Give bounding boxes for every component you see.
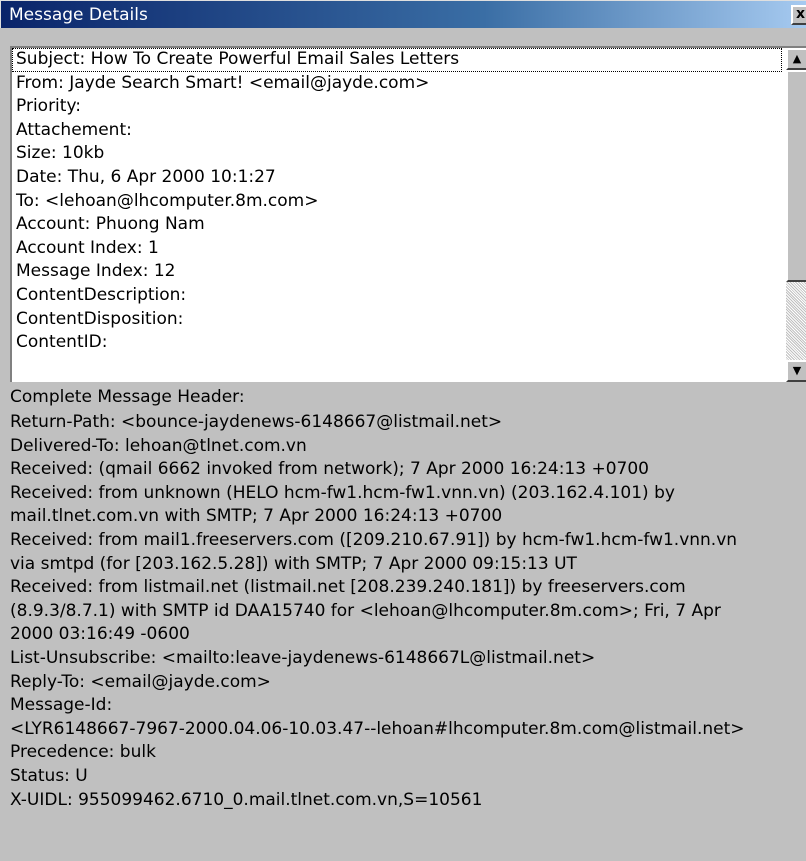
list-item[interactable]: To: <lehoan@lhcomputer.8m.com> (12, 190, 782, 214)
header-line: via smtpd (for [203.162.5.28]) with SMTP… (10, 553, 577, 574)
list-item[interactable]: From: Jayde Search Smart! <email@jayde.c… (12, 72, 782, 96)
list-item[interactable]: ContentDescription: (12, 284, 782, 308)
header-line: Status: U (10, 765, 88, 786)
window-title: Message Details (9, 5, 148, 25)
close-icon: x (796, 6, 806, 22)
header-line: Received: from mail1.freeservers.com ([2… (10, 529, 738, 550)
header-line: Precedence: bulk (10, 742, 156, 763)
header-line: Delivered-To: lehoan@tlnet.com.vn (10, 435, 307, 456)
scroll-up-button[interactable]: ▲ (786, 48, 806, 70)
header-line: List-Unsubscribe: <mailto:leave-jaydenew… (10, 647, 596, 668)
scroll-thumb[interactable] (786, 70, 806, 282)
header-line: 2000 03:16:49 -0600 (10, 624, 190, 645)
header-line: Received: from unknown (HELO hcm-fw1.hcm… (10, 482, 675, 503)
list-item[interactable]: Message Index: 12 (12, 260, 782, 284)
list-item[interactable]: Priority: (12, 95, 782, 119)
message-details-list[interactable]: Subject: How To Create Powerful Email Sa… (10, 46, 806, 382)
header-line: X-UIDL: 955099462.6710_0.mail.tlnet.com.… (10, 789, 483, 810)
details-items: Subject: How To Create Powerful Email Sa… (12, 48, 782, 355)
list-item[interactable]: Account Index: 1 (12, 237, 782, 261)
list-item[interactable]: ContentID: (12, 331, 782, 355)
header-line: (8.9.3/8.7.1) with SMTP id DAA15740 for … (10, 600, 721, 621)
list-item[interactable]: Subject: How To Create Powerful Email Sa… (12, 48, 782, 72)
title-bar[interactable]: Message Details x (0, 0, 806, 28)
close-button[interactable]: x (791, 5, 806, 25)
message-details-window: Message Details x Subject: How To Create… (0, 0, 806, 861)
header-line: Received: from listmail.net (listmail.ne… (10, 577, 686, 598)
complete-header-label: Complete Message Header: (10, 387, 245, 407)
list-item[interactable]: Attachement: (12, 119, 782, 143)
header-line: Message-Id: (10, 695, 113, 716)
header-line: Received: (qmail 6662 invoked from netwo… (10, 459, 649, 480)
list-item[interactable]: Date: Thu, 6 Apr 2000 10:1:27 (12, 166, 782, 190)
header-line: <LYR6148667-7967-2000.04.06-10.03.47--le… (10, 718, 745, 739)
header-line: Return-Path: <bounce-jaydenews-6148667@l… (10, 412, 503, 432)
vertical-scrollbar[interactable]: ▲ ▼ (786, 48, 806, 382)
header-line: Reply-To: <email@jayde.com> (10, 671, 271, 692)
list-item[interactable]: Size: 10kb (12, 142, 782, 166)
header-line: mail.tlnet.com.vn with SMTP; 7 Apr 2000 … (10, 506, 503, 527)
arrow-up-icon: ▲ (792, 52, 802, 65)
scroll-down-button[interactable]: ▼ (786, 360, 806, 382)
list-item[interactable]: Account: Phuong Nam (12, 213, 782, 237)
list-item[interactable]: ContentDisposition: (12, 308, 782, 332)
arrow-down-icon: ▼ (792, 364, 802, 377)
complete-header-text[interactable]: Return-Path: <bounce-jaydenews-6148667@l… (10, 411, 806, 812)
